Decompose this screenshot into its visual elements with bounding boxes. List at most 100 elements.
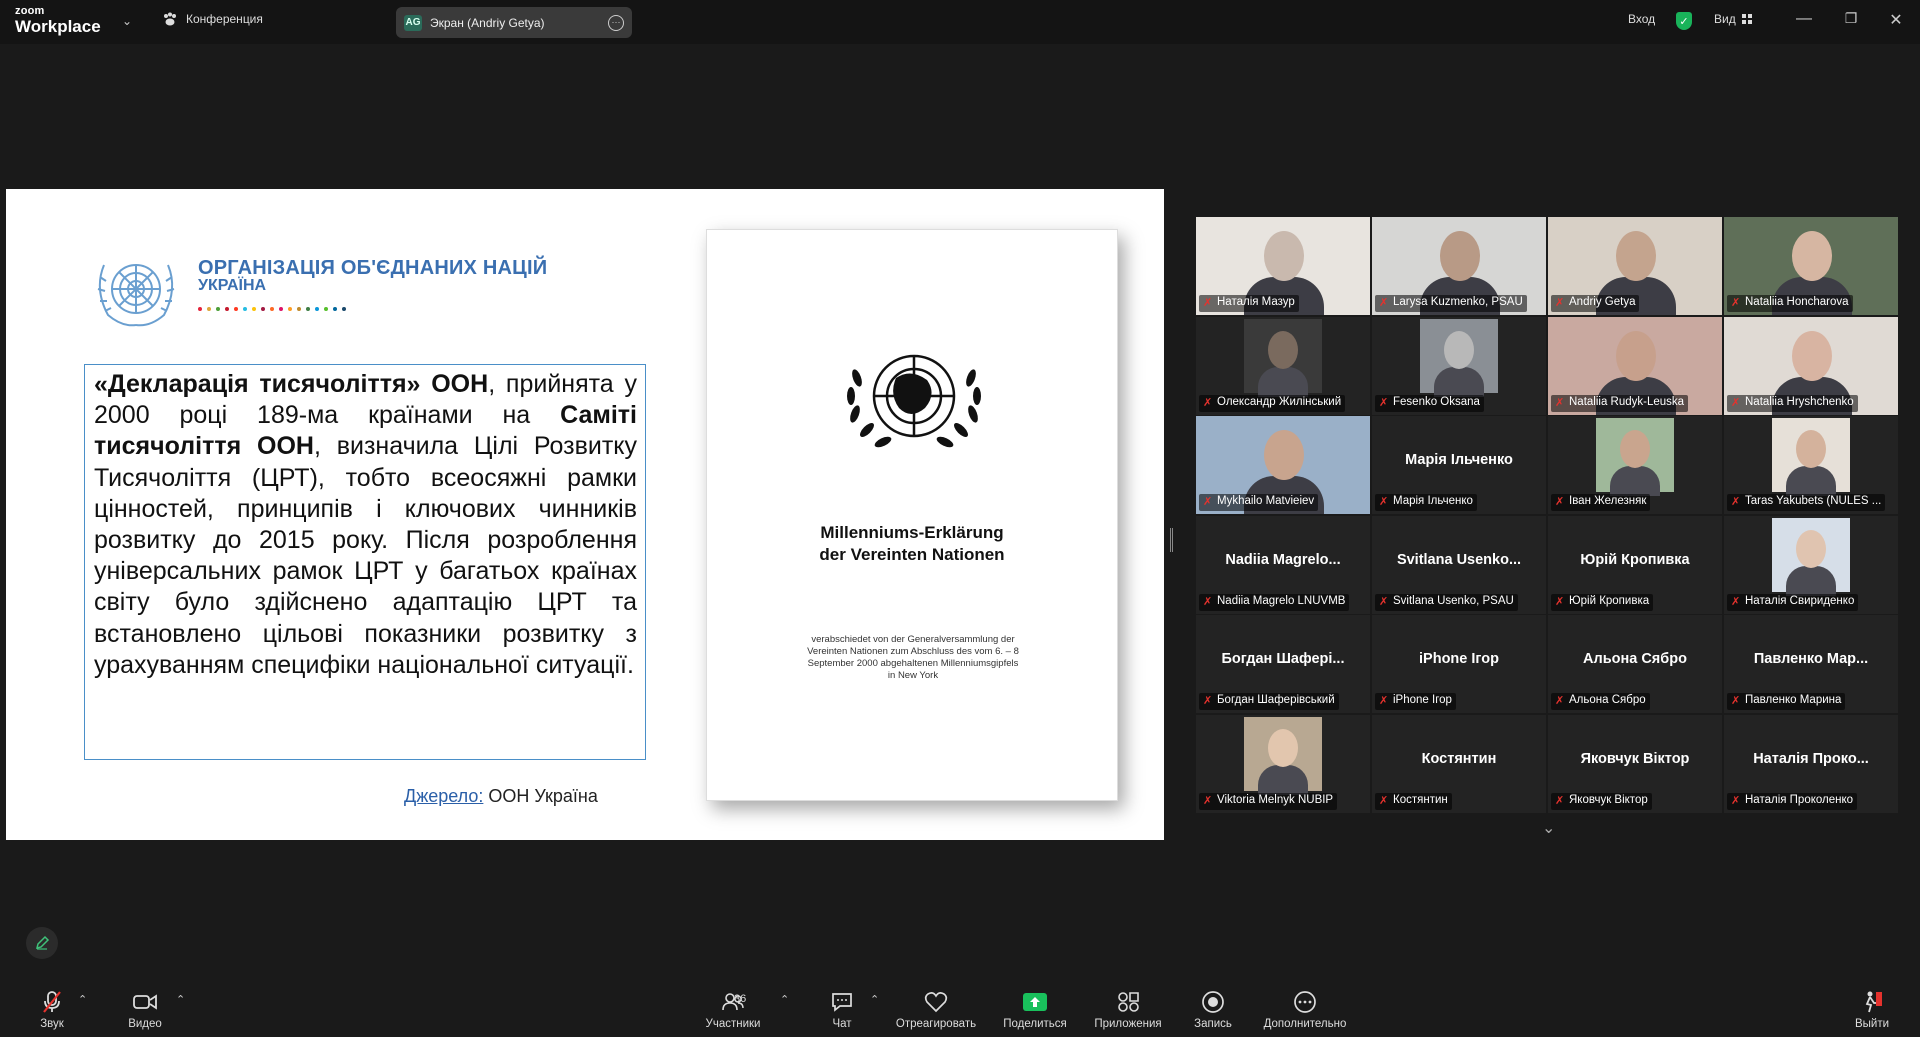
un-emblem-icon xyxy=(97,264,175,327)
participant-tile[interactable]: Svitlana Usenko... ✗ Svitlana Usenko, PSAU xyxy=(1372,516,1546,614)
meeting-menu-label: Конференция xyxy=(186,12,263,26)
participant-tile[interactable]: ✗ Fesenko Oksana xyxy=(1372,317,1546,415)
participant-display-name: Svitlana Usenko... xyxy=(1396,552,1522,568)
mic-muted-icon: ✗ xyxy=(1379,297,1389,309)
audio-label: Звук xyxy=(40,1018,64,1030)
restore-icon[interactable]: ❐ xyxy=(1841,10,1861,27)
participant-name: ✗ Наталія Свириденко xyxy=(1727,594,1859,611)
participant-tile[interactable]: ✗ Viktoria Melnyk NUBIP xyxy=(1196,715,1370,813)
participants-gallery: ✗ Наталія Мазур ✗ Larysa Kuzmenko, PSAU ✗ And… xyxy=(1196,217,1900,813)
participant-tile[interactable]: ✗ Larysa Kuzmenko, PSAU xyxy=(1372,217,1546,315)
mic-muted-icon: ✗ xyxy=(1555,695,1565,707)
participant-name: ✗ Марія Ільченко xyxy=(1375,494,1477,511)
chat-options-chevron-icon[interactable]: ⌃ xyxy=(870,993,879,1006)
participant-tile[interactable]: ✗ Andriy Getya xyxy=(1548,217,1722,315)
participant-tile[interactable]: ✗ Nataliia Rudyk-Leuska xyxy=(1548,317,1722,415)
participant-name-label: iPhone Ігор xyxy=(1393,694,1452,706)
participant-tile[interactable]: Юрій Кропивка ✗ Юрій Кропивка xyxy=(1548,516,1722,614)
share-button[interactable]: Поделиться xyxy=(998,981,1072,1037)
signin-label: Вход xyxy=(1628,12,1656,26)
participant-face xyxy=(1264,430,1304,480)
participant-name-label: Яковчук Віктор xyxy=(1569,794,1648,806)
participant-tile[interactable]: ✗ Олександр Жилінський xyxy=(1196,317,1370,415)
mic-muted-icon: ✗ xyxy=(1731,596,1741,608)
participant-name-label: Олександр Жилінський xyxy=(1217,396,1342,408)
video-button[interactable]: Видео xyxy=(124,981,166,1037)
participants-options-chevron-icon[interactable]: ⌃ xyxy=(780,993,789,1006)
close-icon[interactable]: ✕ xyxy=(1886,10,1906,30)
more-options-icon[interactable]: ··· xyxy=(608,14,624,31)
mic-muted-icon: ✗ xyxy=(1379,795,1389,807)
apps-button[interactable]: Приложения xyxy=(1090,981,1166,1037)
logo-small: zoom xyxy=(15,5,45,17)
participant-tile[interactable]: iPhone Ігор ✗ iPhone Ігор xyxy=(1372,615,1546,713)
share-screen-tab[interactable]: AG Экран (Andriy Getya) ··· xyxy=(396,7,632,38)
participant-tile[interactable]: Альона Сябро ✗ Альона Сябро xyxy=(1548,615,1722,713)
participant-name: ✗ Павленко Марина xyxy=(1727,693,1846,710)
document-title: Millenniums-Erklärung der Vereinten Nati… xyxy=(707,522,1117,566)
more-button[interactable]: Дополнительно xyxy=(1258,981,1352,1037)
logo-big: Workplace xyxy=(15,17,101,36)
mic-muted-icon xyxy=(43,991,61,1013)
view-button[interactable]: Вид xyxy=(1714,12,1752,26)
security-shield-icon[interactable]: ✓ xyxy=(1676,12,1692,30)
panel-resize-handle[interactable] xyxy=(1170,528,1173,552)
participant-tile[interactable]: Яковчук Віктор ✗ Яковчук Віктор xyxy=(1548,715,1722,813)
chat-button[interactable]: Чат xyxy=(822,981,862,1037)
participant-tile[interactable]: ✗ Іван Железняк xyxy=(1548,416,1722,514)
participant-tile[interactable]: Богдан Шафері... ✗ Богдан Шаферівський xyxy=(1196,615,1370,713)
shared-screen[interactable]: ОРГАНІЗАЦІЯ ОБ'ЄДНАНИХ НАЦІЙ УКРАЇНА «Де… xyxy=(6,189,1164,840)
more-label: Дополнительно xyxy=(1263,1018,1347,1030)
participant-face xyxy=(1268,729,1298,767)
meeting-toolbar: Звук ⌃ Видео ⌃ Участники 36 ⌃ Чат ⌃ Отре… xyxy=(0,981,1920,1037)
participant-face xyxy=(1616,231,1656,281)
participant-face xyxy=(1796,430,1826,468)
participant-name-label: Nataliia Hryshchenko xyxy=(1745,396,1854,408)
annotate-button[interactable] xyxy=(26,927,58,959)
audio-options-chevron-icon[interactable]: ⌃ xyxy=(78,993,87,1006)
participant-tile[interactable]: ✗ Наталія Мазур xyxy=(1196,217,1370,315)
participant-display-name: iPhone Ігор xyxy=(1419,651,1499,667)
participant-name: ✗ Альона Сябро xyxy=(1551,693,1650,710)
react-label: Отреагировать xyxy=(895,1018,977,1030)
participant-name-label: Larysa Kuzmenko, PSAU xyxy=(1393,296,1523,308)
video-label: Видео xyxy=(128,1018,162,1030)
mic-muted-icon: ✗ xyxy=(1379,695,1389,707)
record-button[interactable]: Запись xyxy=(1188,981,1238,1037)
video-options-chevron-icon[interactable]: ⌃ xyxy=(176,993,185,1006)
mic-muted-icon: ✗ xyxy=(1731,496,1741,508)
participant-tile[interactable]: ✗ Nataliia Hryshchenko xyxy=(1724,317,1898,415)
participant-tile[interactable]: Костянтин ✗ Костянтин xyxy=(1372,715,1546,813)
participant-tile[interactable]: ✗ Taras Yakubets (NULES ... xyxy=(1724,416,1898,514)
participant-tile[interactable]: ✗ Mykhailo Matvieiev xyxy=(1196,416,1370,514)
leave-button[interactable]: Выйти xyxy=(1852,981,1892,1037)
meeting-menu[interactable]: Конференция xyxy=(162,12,263,26)
participants-button[interactable]: Участники 36 xyxy=(700,981,766,1037)
record-icon xyxy=(1202,991,1224,1013)
audio-button[interactable]: Звук xyxy=(32,981,72,1037)
mic-muted-icon: ✗ xyxy=(1203,496,1213,508)
participant-face xyxy=(1796,530,1826,568)
source-line: Джерело: ООН Україна xyxy=(404,786,598,807)
participant-tile[interactable]: Марія Ільченко ✗ Марія Ільченко xyxy=(1372,416,1546,514)
signin-button[interactable]: Вход xyxy=(1628,12,1655,26)
participant-tile[interactable]: ✗ Наталія Свириденко xyxy=(1724,516,1898,614)
participant-name: ✗ Юрій Кропивка xyxy=(1551,594,1654,611)
participants-count: 36 xyxy=(734,993,747,1005)
participant-tile[interactable]: Наталія Проко... ✗ Наталія Проколенко xyxy=(1724,715,1898,813)
source-link[interactable]: Джерело: xyxy=(404,786,483,806)
participant-face xyxy=(1440,231,1480,281)
mic-muted-icon: ✗ xyxy=(1203,397,1213,409)
participant-tile[interactable]: Nadiia Magrelo... ✗ Nadiia Magrelo LNUVMB xyxy=(1196,516,1370,614)
minimize-icon[interactable]: — xyxy=(1794,10,1814,28)
chevron-down-icon[interactable]: ⌄ xyxy=(1542,818,1555,838)
leave-label: Выйти xyxy=(1854,1018,1890,1030)
participant-display-name: Яковчук Віктор xyxy=(1580,751,1690,767)
mic-muted-icon: ✗ xyxy=(1731,695,1741,707)
participant-name-label: Богдан Шаферівський xyxy=(1217,694,1335,706)
mic-muted-icon: ✗ xyxy=(1203,297,1213,309)
participant-tile[interactable]: ✗ Nataliia Honcharova xyxy=(1724,217,1898,315)
react-button[interactable]: Отреагировать xyxy=(892,981,980,1037)
participant-tile[interactable]: Павленко Мар... ✗ Павленко Марина xyxy=(1724,615,1898,713)
chevron-down-icon[interactable]: ⌄ xyxy=(122,14,132,28)
